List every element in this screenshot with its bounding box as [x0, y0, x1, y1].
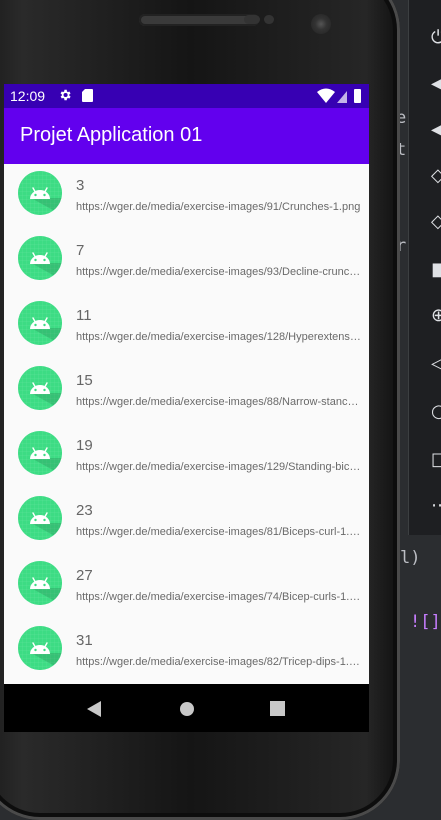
overview-icon[interactable]: □ — [431, 450, 441, 470]
list-item[interactable]: 19 https://wger.de/media/exercise-images… — [4, 424, 369, 489]
ide-code-line: l) — [400, 548, 421, 568]
item-title: 31 — [76, 632, 93, 649]
android-icon — [18, 496, 62, 540]
item-url: https://wger.de/media/exercise-images/91… — [76, 201, 361, 213]
rotate-right-icon[interactable]: ◇ — [431, 212, 441, 232]
status-right-icons — [317, 88, 361, 103]
list-item[interactable]: 7 https://wger.de/media/exercise-images/… — [4, 229, 369, 294]
list-item[interactable]: 23 https://wger.de/media/exercise-images… — [4, 489, 369, 554]
item-url: https://wger.de/media/exercise-images/88… — [76, 396, 362, 408]
status-time: 12:09 — [10, 88, 46, 104]
item-title: 23 — [76, 502, 93, 519]
front-camera — [311, 14, 331, 34]
item-title: 7 — [76, 242, 85, 259]
android-icon — [18, 626, 62, 670]
item-title: 3 — [76, 177, 85, 194]
more-icon[interactable]: ⋯ — [431, 496, 441, 516]
list-item[interactable]: 15 https://wger.de/media/exercise-images… — [4, 359, 369, 424]
camera-icon[interactable]: ■ — [431, 260, 441, 280]
app-title: Projet Application 01 — [20, 124, 203, 146]
item-title: 27 — [76, 567, 93, 584]
item-url: https://wger.de/media/exercise-images/82… — [76, 656, 362, 668]
list-item[interactable]: 11 https://wger.de/media/exercise-images… — [4, 294, 369, 359]
sensor — [264, 15, 274, 24]
sd-card-icon — [82, 89, 93, 102]
back-icon[interactable]: ◁ — [431, 354, 441, 374]
rotate-left-icon[interactable]: ◇ — [431, 166, 441, 186]
status-bar: 12:09 — [4, 84, 369, 108]
android-icon — [18, 561, 62, 605]
power-icon[interactable]: ⏻ — [431, 28, 441, 48]
home-icon[interactable]: ○ — [431, 402, 441, 422]
device-screen: 12:09 Projet Application 01 3 https://wg… — [4, 84, 369, 684]
item-url: https://wger.de/media/exercise-images/81… — [76, 526, 362, 538]
volume-up-icon[interactable]: ◀ — [431, 74, 441, 94]
android-icon — [18, 301, 62, 345]
android-icon — [18, 171, 62, 215]
item-title: 15 — [76, 372, 93, 389]
list-item[interactable]: 27 https://wger.de/media/exercise-images… — [4, 554, 369, 619]
android-icon — [18, 236, 62, 280]
list-item[interactable]: 3 https://wger.de/media/exercise-images/… — [4, 164, 369, 229]
item-url: https://wger.de/media/exercise-images/93… — [76, 266, 362, 278]
zoom-icon[interactable]: ⊕ — [431, 306, 441, 326]
signal-icon — [337, 91, 347, 103]
item-title: 19 — [76, 437, 93, 454]
list-item[interactable]: 31 https://wger.de/media/exercise-images… — [4, 619, 369, 684]
android-icon — [18, 366, 62, 410]
gear-icon — [60, 89, 71, 101]
item-url: https://wger.de/media/exercise-images/12… — [76, 331, 362, 343]
speaker-grille — [139, 14, 259, 26]
item-url: https://wger.de/media/exercise-images/74… — [76, 591, 362, 603]
volume-down-icon[interactable]: ◀ — [431, 120, 441, 140]
back-icon[interactable] — [86, 700, 102, 718]
item-url: https://wger.de/media/exercise-images/12… — [76, 461, 362, 473]
home-icon[interactable] — [179, 701, 195, 717]
app-bar: Projet Application 01 — [4, 108, 369, 164]
recents-icon[interactable] — [270, 701, 285, 716]
ide-code-line: ![] — [410, 612, 441, 632]
wifi-icon — [317, 88, 335, 103]
android-icon — [18, 431, 62, 475]
emulator-toolbar: ⏻ ◀ ◀ ◇ ◇ ■ ⊕ ◁ ○ □ ⋯ — [408, 0, 441, 535]
exercise-list[interactable]: 3 https://wger.de/media/exercise-images/… — [4, 164, 369, 684]
navigation-bar — [4, 684, 369, 732]
item-title: 11 — [76, 307, 92, 324]
battery-icon — [354, 89, 361, 103]
sensor — [244, 15, 260, 24]
